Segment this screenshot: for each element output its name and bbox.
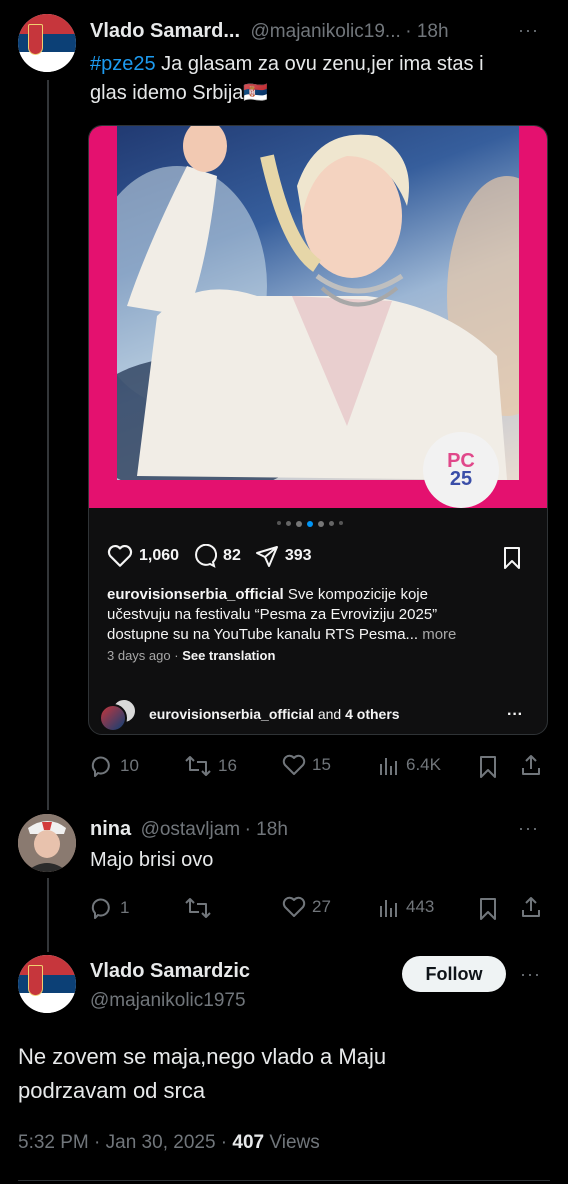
repost-button[interactable]: 16 — [184, 754, 237, 778]
bookmark-icon[interactable] — [478, 755, 498, 779]
carousel-indicator[interactable] — [277, 521, 343, 527]
ig-footer-account[interactable]: eurovisionserbia_official — [149, 706, 314, 722]
reply-button[interactable]: 10 — [90, 754, 139, 778]
author-handle[interactable]: @ostavljam — [141, 819, 241, 840]
author-name[interactable]: Vlado Samard... — [90, 20, 240, 42]
reply-button[interactable]: 1 — [90, 896, 129, 920]
ig-footer-more-icon[interactable]: ··· — [507, 706, 523, 724]
ig-footer-others[interactable]: 4 others — [345, 706, 399, 722]
send-icon — [255, 546, 278, 567]
bar-chart-icon — [380, 900, 397, 917]
reply-icon — [91, 756, 110, 777]
ig-footer-avatar[interactable] — [99, 698, 137, 732]
see-translation-link[interactable]: See translation — [182, 648, 275, 663]
avatar[interactable] — [18, 14, 76, 72]
share-icon[interactable] — [519, 895, 543, 919]
bookmark-icon[interactable] — [501, 546, 523, 570]
ig-account-link[interactable]: eurovisionserbia_official — [107, 586, 284, 603]
tweet-text: Majo brisi ovo — [90, 849, 214, 871]
post-timestamp[interactable]: 5:32 PM · Jan 30, 2025 · — [18, 1132, 232, 1153]
author-name[interactable]: Vlado Samardzic — [90, 960, 250, 983]
share-icon[interactable] — [519, 753, 543, 777]
avatar[interactable] — [18, 814, 76, 872]
thread-line — [47, 878, 49, 952]
tweet-text: #pze25 Ja glasam za ovu zenu,jer ima sta… — [90, 53, 484, 104]
heart-icon — [282, 754, 306, 775]
hashtag-link[interactable]: #pze25 — [90, 53, 156, 75]
heart-icon — [107, 544, 133, 567]
ig-like-button[interactable]: 1,060 — [107, 544, 179, 568]
ig-comment-button[interactable]: 82 — [193, 544, 241, 568]
author-handle[interactable]: @majanikolic1975 — [90, 990, 246, 1012]
views-button[interactable]: 6.4K — [378, 754, 441, 776]
like-button[interactable]: 15 — [282, 754, 331, 776]
avatar[interactable] — [18, 955, 76, 1013]
pze25-logo-icon: PC 25 — [423, 432, 499, 508]
timestamp[interactable]: · 18h — [405, 21, 448, 42]
tweet-text: Ne zovem se maja,nego vlado a Maju podrz… — [18, 1044, 387, 1103]
ig-caption: eurovisionserbia_official Sve kompozicij… — [107, 586, 457, 643]
repost-button[interactable] — [184, 896, 218, 920]
comment-icon — [195, 544, 218, 568]
repost-icon — [185, 898, 211, 918]
divider — [18, 1180, 550, 1181]
ig-more-link[interactable]: more — [418, 626, 456, 643]
views-count: 407 — [232, 1132, 265, 1153]
repost-icon — [185, 756, 211, 776]
views-button[interactable]: 443 — [378, 896, 434, 918]
follow-button[interactable]: Follow — [402, 956, 506, 992]
serbian-flag-icon — [18, 955, 76, 1013]
author-name[interactable]: nina — [90, 818, 131, 840]
heart-icon — [282, 896, 306, 917]
bookmark-icon[interactable] — [478, 897, 498, 921]
more-options-icon[interactable]: ··· — [518, 818, 539, 839]
bar-chart-icon — [380, 758, 397, 775]
instagram-embed[interactable]: PC 25 1,060 82 393 eurovisionserbia_offi… — [88, 125, 548, 735]
thread-line — [47, 80, 49, 810]
serbian-flag-emoji: 🇷🇸 — [243, 82, 269, 104]
ig-share-button[interactable]: 393 — [255, 544, 312, 568]
tweet-meta: 5:32 PM · Jan 30, 2025 · 407 Views — [18, 1132, 320, 1153]
timestamp[interactable]: · 18h — [245, 819, 288, 840]
serbian-flag-icon — [18, 14, 76, 72]
avatar-image — [18, 814, 76, 872]
more-options-icon[interactable]: ··· — [520, 964, 541, 985]
author-handle[interactable]: @majanikolic19... — [251, 21, 401, 42]
like-button[interactable]: 27 — [282, 896, 331, 918]
ig-date: 3 days ago — [107, 648, 171, 663]
performer-image — [117, 126, 519, 480]
reply-icon — [91, 898, 110, 919]
more-options-icon[interactable]: ··· — [518, 20, 539, 41]
embed-photo[interactable]: PC 25 — [89, 126, 547, 508]
